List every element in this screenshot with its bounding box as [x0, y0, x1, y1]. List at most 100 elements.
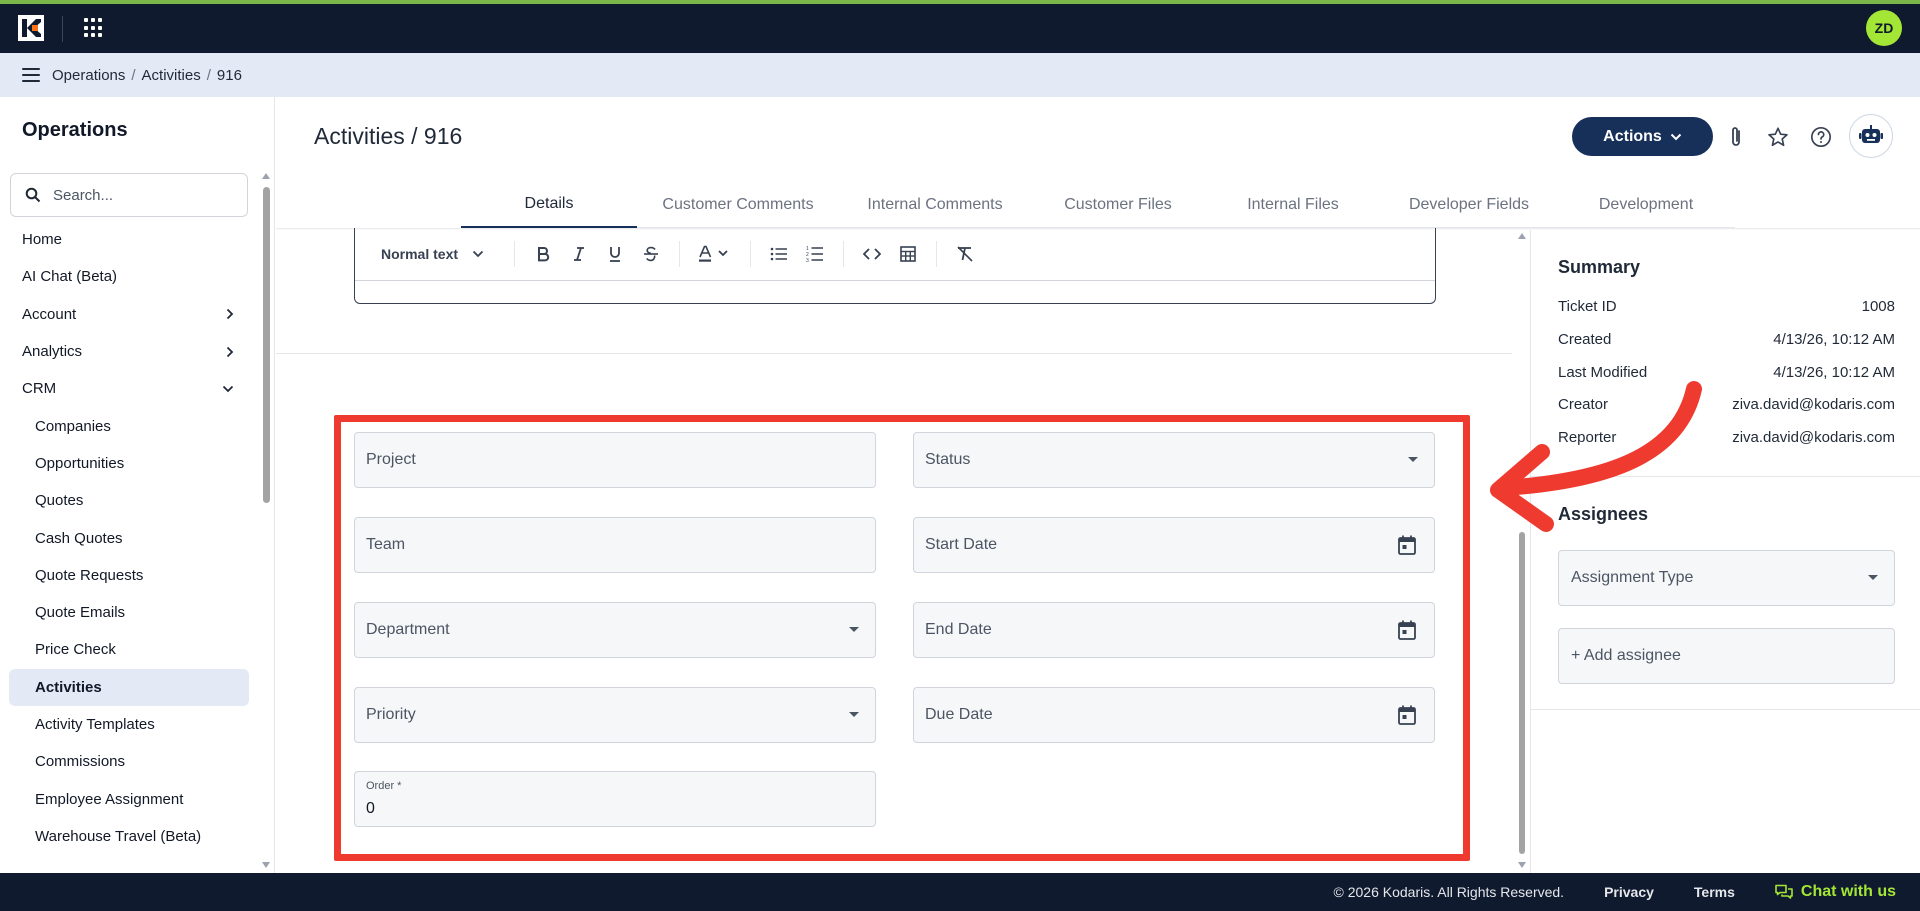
sidebar-item-activity-templates[interactable]: Activity Templates: [0, 706, 258, 743]
italic-icon[interactable]: [561, 236, 597, 272]
sidebar-item-price-check[interactable]: Price Check: [0, 631, 258, 668]
summary-row: Created 4/13/26, 10:12 AM: [1558, 331, 1895, 348]
table-icon[interactable]: [890, 236, 926, 272]
chat-icon: [1775, 884, 1793, 899]
app-grid-icon[interactable]: [84, 18, 104, 38]
calendar-icon[interactable]: [1398, 535, 1416, 555]
underline-icon[interactable]: [597, 236, 633, 272]
sidebar-item-cash-quotes[interactable]: Cash Quotes: [0, 519, 258, 556]
search-input[interactable]: Search...: [10, 173, 248, 217]
summary-key: Ticket ID: [1558, 298, 1617, 315]
sidebar-item-home[interactable]: Home: [0, 221, 258, 258]
star-icon[interactable]: [1765, 124, 1791, 150]
sidebar-item-account[interactable]: Account: [0, 296, 258, 333]
sidebar-item-crm[interactable]: CRM: [0, 370, 258, 407]
summary-key: Creator: [1558, 396, 1609, 413]
ai-assistant-button[interactable]: [1849, 114, 1893, 158]
rich-text-editor[interactable]: Normal text 123: [354, 228, 1436, 304]
due-date-label: Due Date: [925, 706, 993, 723]
start-date-label: Start Date: [925, 536, 998, 553]
sidebar-item-companies[interactable]: Companies: [0, 407, 258, 444]
team-field[interactable]: Team: [354, 517, 876, 573]
strikethrough-icon[interactable]: [633, 236, 669, 272]
text-style-dropdown[interactable]: Normal text: [381, 246, 484, 262]
help-icon[interactable]: [1808, 124, 1834, 150]
svg-text:3: 3: [806, 258, 809, 263]
add-assignee-button[interactable]: + Add assignee: [1558, 628, 1895, 684]
terms-link[interactable]: Terms: [1694, 884, 1735, 900]
scroll-down-icon[interactable]: [1518, 862, 1526, 868]
sidebar-item-employee-assignment[interactable]: Employee Assignment: [0, 780, 258, 817]
summary-key: Created: [1558, 331, 1612, 348]
start-date-field[interactable]: Start Date: [913, 517, 1435, 573]
priority-select[interactable]: Priority: [354, 687, 876, 743]
tab-customer-comments[interactable]: Customer Comments: [637, 182, 839, 228]
actions-button[interactable]: Actions: [1572, 117, 1713, 156]
sidebar-item-label: Price Check: [35, 641, 116, 659]
summary-row: Ticket ID 1008: [1558, 298, 1895, 315]
sidebar-item-opportunities[interactable]: Opportunities: [0, 445, 258, 482]
sidebar-item-warehouse-travel[interactable]: Warehouse Travel (Beta): [0, 818, 258, 855]
sidebar-item-quote-emails[interactable]: Quote Emails: [0, 594, 258, 631]
breadcrumb-operations[interactable]: Operations: [52, 67, 125, 84]
sidebar-item-quotes[interactable]: Quotes: [0, 482, 258, 519]
tab-internal-files[interactable]: Internal Files: [1205, 182, 1381, 228]
code-icon[interactable]: [854, 236, 890, 272]
privacy-link[interactable]: Privacy: [1604, 884, 1654, 900]
menu-icon[interactable]: [22, 68, 40, 82]
sidebar-item-analytics[interactable]: Analytics: [0, 333, 258, 370]
breadcrumb-activities[interactable]: Activities: [142, 67, 201, 84]
order-value: 0: [366, 800, 375, 817]
sidebar-item-quote-requests[interactable]: Quote Requests: [0, 557, 258, 594]
sidebar-item-label: Analytics: [22, 343, 83, 361]
team-label: Team: [366, 536, 406, 553]
end-date-field[interactable]: End Date: [913, 602, 1435, 658]
chevron-down-icon: [1670, 133, 1682, 140]
summary-value: 4/13/26, 10:12 AM: [1773, 331, 1895, 348]
paperclip-icon[interactable]: [1723, 124, 1749, 150]
tab-developer-fields[interactable]: Developer Fields: [1381, 182, 1557, 228]
tab-details[interactable]: Details: [461, 182, 637, 228]
sidebar-item-label: Quote Emails: [35, 604, 126, 622]
bold-icon[interactable]: [525, 236, 561, 272]
sidebar-item-label: AI Chat (Beta): [22, 268, 118, 286]
assignment-type-select[interactable]: Assignment Type: [1558, 550, 1895, 606]
text-color-icon[interactable]: [690, 236, 740, 272]
summary-row: Creator ziva.david@kodaris.com: [1558, 396, 1895, 413]
summary-value: 1008: [1861, 298, 1895, 315]
clear-formatting-icon[interactable]: [947, 236, 983, 272]
footer: © 2026 Kodaris. All Rights Reserved. Pri…: [0, 873, 1920, 911]
dropdown-arrow-icon: [849, 712, 859, 717]
sidebar-item-commissions[interactable]: Commissions: [0, 743, 258, 780]
kodaris-logo-icon[interactable]: [18, 15, 44, 41]
tab-development[interactable]: Development: [1557, 182, 1735, 228]
user-avatar[interactable]: ZD: [1866, 10, 1902, 46]
end-date-label: End Date: [925, 621, 992, 638]
sidebar-item-ai-chat[interactable]: AI Chat (Beta): [0, 258, 258, 295]
calendar-icon[interactable]: [1398, 705, 1416, 725]
sidebar-item-label: Employee Assignment: [35, 790, 184, 808]
department-select[interactable]: Department: [354, 602, 876, 658]
due-date-field[interactable]: Due Date: [913, 687, 1435, 743]
tab-customer-files[interactable]: Customer Files: [1031, 182, 1205, 228]
assignees-title: Assignees: [1558, 504, 1649, 524]
calendar-icon[interactable]: [1398, 620, 1416, 640]
chat-button[interactable]: Chat with us: [1775, 883, 1896, 901]
scroll-up-icon[interactable]: [1518, 233, 1526, 239]
status-select[interactable]: Status: [913, 432, 1435, 488]
copyright-text: © 2026 Kodaris. All Rights Reserved.: [1333, 884, 1565, 900]
breadcrumb-separator: /: [131, 66, 136, 84]
tab-internal-comments[interactable]: Internal Comments: [839, 182, 1031, 228]
bullet-list-icon[interactable]: [761, 236, 797, 272]
sidebar-item-label: CRM: [22, 380, 57, 398]
order-field[interactable]: Order * 0: [354, 771, 876, 827]
sidebar-item-activities[interactable]: Activities: [9, 668, 249, 706]
numbered-list-icon[interactable]: 123: [797, 236, 833, 272]
summary-row: Last Modified 4/13/26, 10:12 AM: [1558, 364, 1895, 381]
project-field[interactable]: Project: [354, 432, 876, 488]
sidebar-scrollbar[interactable]: [263, 187, 270, 503]
sidebar-item-label: Commissions: [35, 753, 126, 771]
scroll-down-icon[interactable]: [262, 862, 270, 868]
main-scrollbar[interactable]: [1519, 532, 1525, 854]
scroll-up-icon[interactable]: [262, 173, 270, 179]
